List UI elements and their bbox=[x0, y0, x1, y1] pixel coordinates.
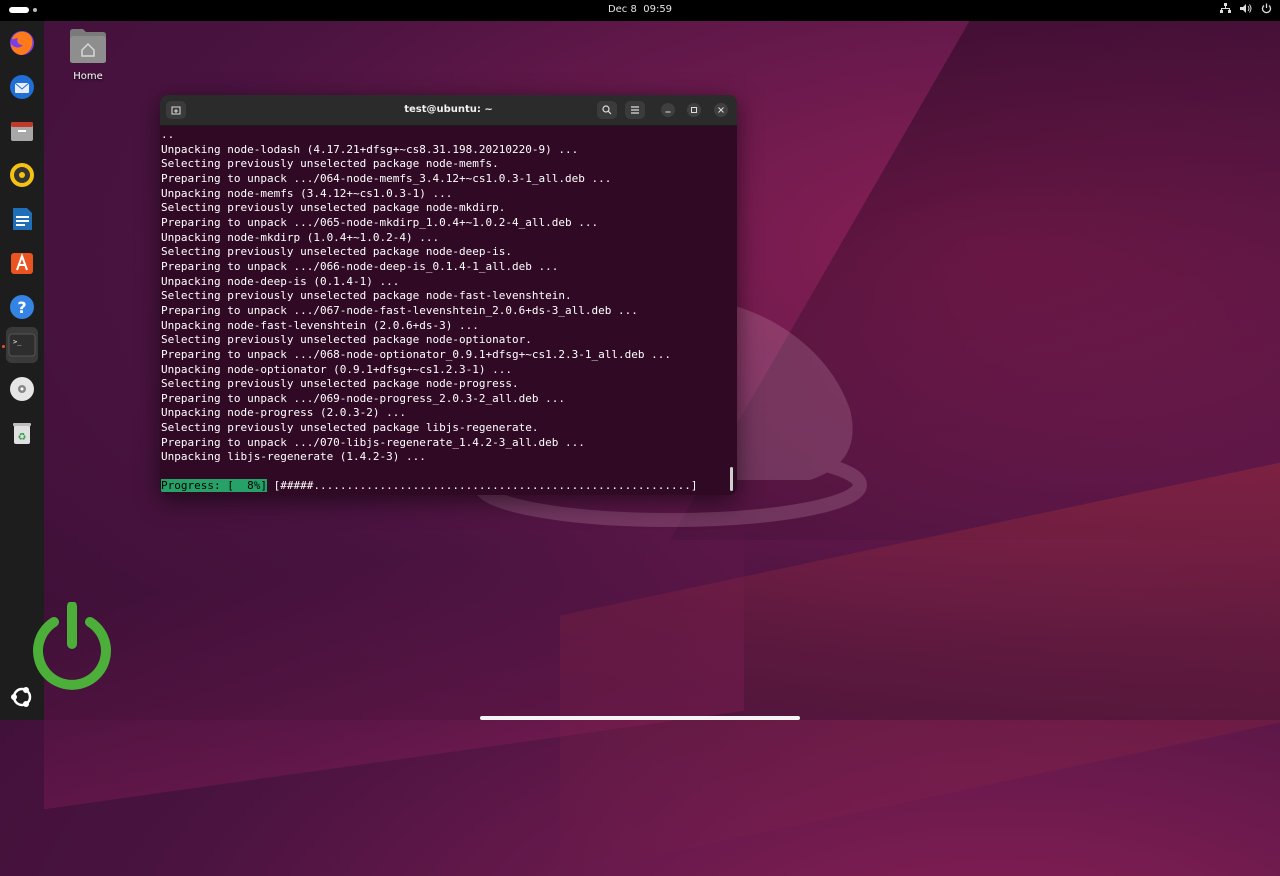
search-button[interactable] bbox=[597, 101, 617, 119]
close-icon bbox=[718, 107, 724, 113]
dock-item-trash[interactable]: ♻ bbox=[6, 417, 38, 449]
minimize-button[interactable] bbox=[661, 103, 675, 117]
terminal-line: Unpacking node-mkdirp (1.0.4+~1.0.2-4) .… bbox=[161, 230, 440, 244]
terminal-line: Preparing to unpack .../066-node-deep-is… bbox=[161, 259, 559, 273]
terminal-output[interactable]: .. Unpacking node-lodash (4.17.21+dfsg+~c… bbox=[161, 128, 721, 465]
hamburger-icon bbox=[631, 106, 639, 114]
terminal-line: Selecting previously unselected package … bbox=[161, 421, 539, 435]
svg-text:?: ? bbox=[17, 298, 26, 317]
progress-line: Progress: [ 8%] [#####..................… bbox=[161, 479, 697, 493]
clock-date: Dec 8 bbox=[607, 4, 637, 15]
dock-item-thunderbird[interactable] bbox=[6, 71, 38, 103]
terminal-line: .. bbox=[161, 128, 175, 141]
terminal-line: Selecting previously unselected package … bbox=[161, 289, 572, 303]
search-icon bbox=[602, 105, 612, 115]
system-tray[interactable] bbox=[1220, 3, 1272, 17]
scrollbar[interactable] bbox=[730, 467, 733, 491]
maximize-button[interactable] bbox=[687, 103, 701, 117]
progress-bar: [#####..................................… bbox=[266, 479, 698, 492]
terminal-icon: >_ bbox=[8, 333, 36, 357]
terminal-line: Selecting previously unselected package … bbox=[161, 201, 506, 215]
terminal-line: Unpacking node-deep-is (0.1.4-1) ... bbox=[161, 274, 400, 288]
home-folder-label[interactable]: Home bbox=[60, 71, 116, 82]
trash-icon: ♻ bbox=[13, 423, 31, 444]
dock-item-help[interactable]: ? bbox=[6, 291, 38, 323]
terminal-line: Unpacking node-progress (2.0.3-2) ... bbox=[161, 406, 407, 420]
svg-text:♻: ♻ bbox=[18, 432, 27, 443]
menu-button[interactable] bbox=[625, 101, 645, 119]
files-icon bbox=[11, 122, 33, 141]
terminal-line: Unpacking node-lodash (4.17.21+dfsg+~cs8… bbox=[161, 142, 579, 156]
rhythmbox-icon bbox=[10, 163, 34, 187]
dock-item-files[interactable] bbox=[6, 115, 38, 147]
terminal-window[interactable]: test@ubuntu: ~ .. Unpacking node-lodash (… bbox=[160, 95, 737, 495]
terminal-line: Unpacking node-memfs (3.4.12+~cs1.0.3-1)… bbox=[161, 186, 453, 200]
terminal-line: Preparing to unpack .../067-node-fast-le… bbox=[161, 303, 638, 317]
terminal-line: Unpacking libjs-regenerate (1.4.2-3) ... bbox=[161, 450, 426, 464]
dock-item-writer[interactable] bbox=[6, 203, 38, 235]
maximize-icon bbox=[691, 107, 697, 113]
terminal-line: Preparing to unpack .../069-node-progres… bbox=[161, 391, 565, 405]
terminal-line: Preparing to unpack .../064-node-memfs_3… bbox=[161, 171, 612, 185]
bottom-edge-indicator bbox=[480, 716, 800, 720]
volume-icon[interactable] bbox=[1240, 3, 1252, 17]
terminal-line: Preparing to unpack .../070-libjs-regene… bbox=[161, 435, 585, 449]
running-indicator bbox=[2, 345, 5, 348]
progress-label: Progress: [ 8%] bbox=[161, 479, 267, 492]
close-button[interactable] bbox=[714, 103, 728, 117]
terminal-line: Unpacking node-fast-levenshtein (2.0.6+d… bbox=[161, 318, 479, 332]
dock-item-disc[interactable] bbox=[6, 373, 38, 405]
minimize-icon bbox=[665, 111, 671, 113]
terminal-line: Selecting previously unselected package … bbox=[161, 157, 499, 171]
app-center-icon bbox=[11, 253, 33, 274]
disc-icon bbox=[10, 377, 34, 401]
clock[interactable]: Dec 8 09:59 bbox=[0, 4, 1280, 15]
writer-icon bbox=[13, 208, 32, 230]
top-bar: Dec 8 09:59 bbox=[0, 0, 1280, 21]
dock-item-app-center[interactable] bbox=[6, 247, 38, 279]
terminal-line: Selecting previously unselected package … bbox=[161, 377, 519, 391]
dock-item-firefox[interactable] bbox=[6, 27, 38, 59]
svg-text:>_: >_ bbox=[13, 338, 22, 346]
clock-time: 09:59 bbox=[643, 4, 673, 15]
terminal-line: Preparing to unpack .../068-node-optiona… bbox=[161, 347, 671, 361]
dock-item-rhythmbox[interactable] bbox=[6, 159, 38, 191]
dock-item-terminal[interactable]: >_ bbox=[6, 327, 38, 363]
terminal-line: Selecting previously unselected package … bbox=[161, 245, 512, 259]
terminal-line: Unpacking node-optionator (0.9.1+dfsg+~c… bbox=[161, 362, 512, 376]
terminal-line: Preparing to unpack .../065-node-mkdirp_… bbox=[161, 215, 599, 229]
home-folder-icon[interactable] bbox=[68, 28, 108, 64]
help-icon: ? bbox=[10, 295, 34, 319]
firefox-icon bbox=[10, 31, 34, 55]
terminal-line: Selecting previously unselected package … bbox=[161, 333, 532, 347]
thunderbird-icon bbox=[10, 75, 34, 99]
power-icon[interactable] bbox=[1261, 3, 1272, 17]
terminal-title: test@ubuntu: ~ bbox=[404, 104, 493, 115]
network-icon[interactable] bbox=[1220, 3, 1231, 17]
power-logo-icon bbox=[33, 602, 111, 690]
terminal-titlebar[interactable]: test@ubuntu: ~ bbox=[160, 95, 737, 126]
